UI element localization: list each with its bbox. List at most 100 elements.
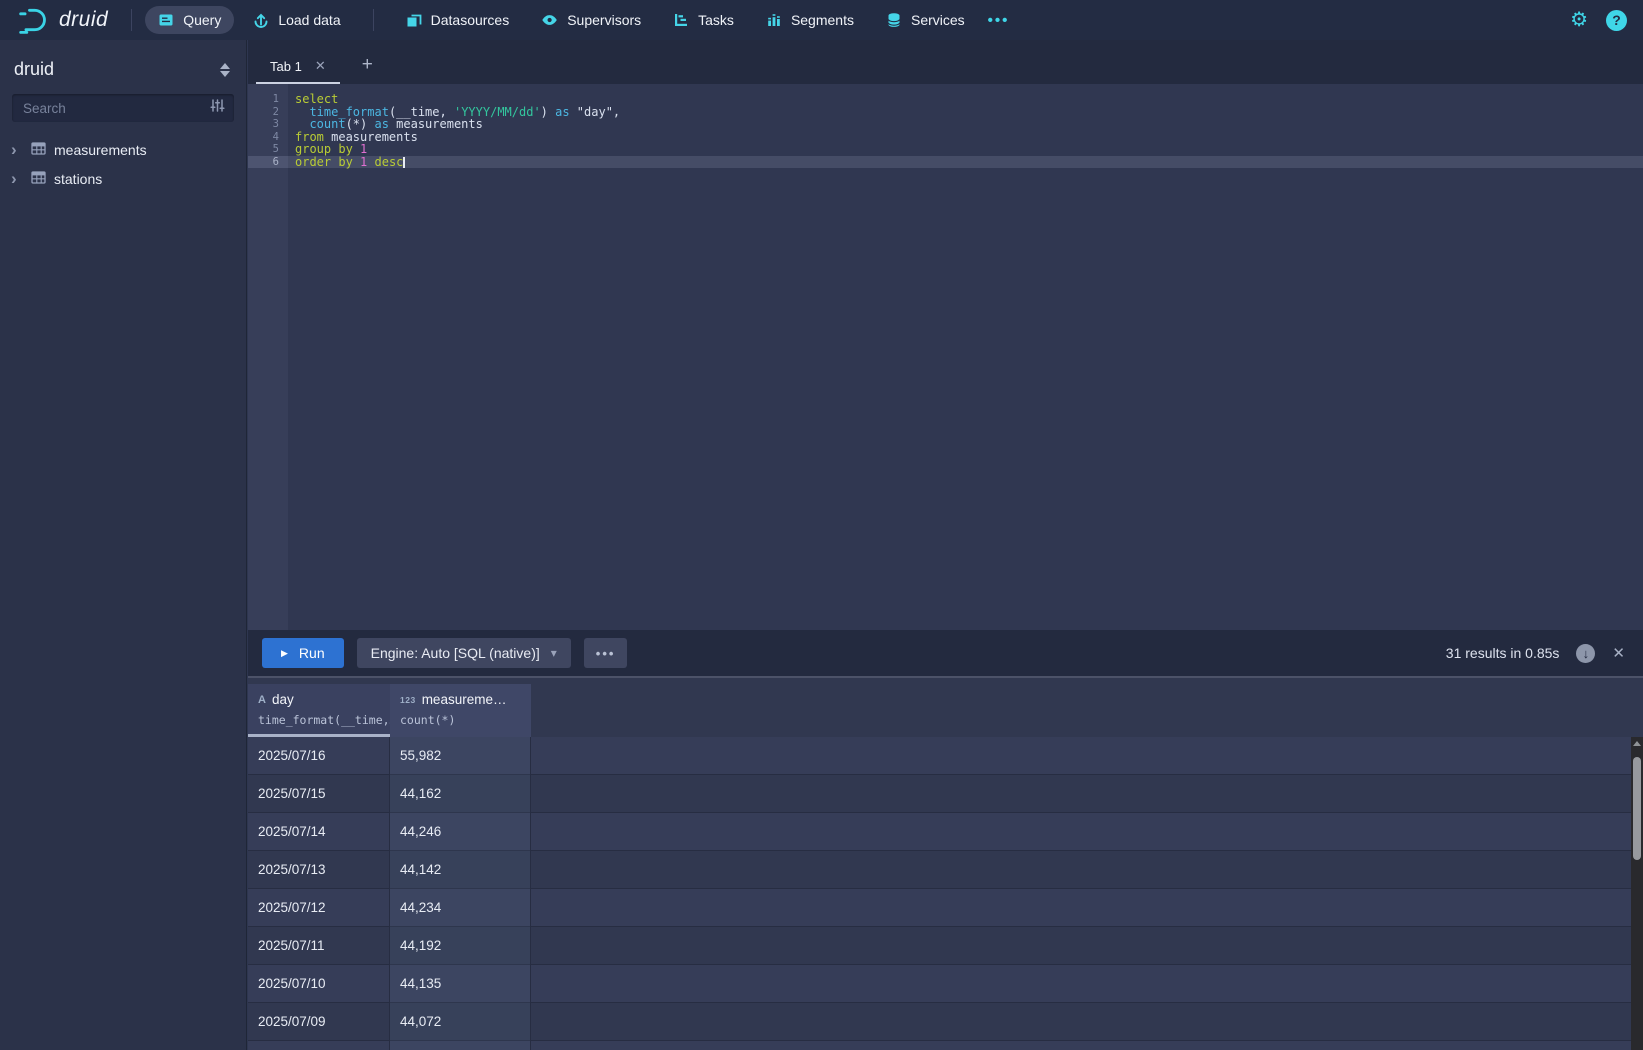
nav-item-label: Tasks: [698, 12, 734, 28]
nav-item-query[interactable]: Query: [145, 6, 234, 34]
nav-item-segments[interactable]: Segments: [753, 6, 867, 34]
druid-logo[interactable]: druid: [16, 5, 108, 35]
tasks-icon: [673, 12, 689, 28]
measurements-cell[interactable]: 44,234: [390, 889, 531, 927]
day-cell[interactable]: 2025/07/09: [248, 1003, 390, 1041]
services-icon: [886, 12, 902, 28]
search-box: [12, 94, 234, 122]
chevron-right-icon[interactable]: ›: [11, 172, 23, 186]
string-type-icon: A: [258, 694, 266, 706]
sql-editor[interactable]: 123456 select time_format(__time, 'YYYY/…: [248, 84, 1643, 630]
tab-close-icon[interactable]: ✕: [315, 58, 326, 74]
engine-select-button[interactable]: Engine: Auto [SQL (native)] ▾: [357, 638, 571, 668]
navbar-items: Query Load data Datasources Supervisors Task…: [145, 6, 977, 34]
day-cell[interactable]: 2025/07/15: [248, 775, 390, 813]
tree-item-label: measurements: [54, 142, 147, 158]
schema-sidebar: druid ›measurements›stations: [0, 40, 247, 1050]
table-row: 2025/07/1244,234: [248, 889, 1643, 927]
close-results-icon[interactable]: ✕: [1612, 644, 1625, 662]
nav-item-datasources[interactable]: Datasources: [393, 6, 523, 34]
run-bar: ▶ Run Engine: Auto [SQL (native)] ▾ ••• …: [248, 630, 1643, 676]
code-line: from measurements: [288, 131, 1643, 144]
load-data-icon: [253, 12, 269, 28]
table-icon: [31, 171, 46, 187]
code-line: count(*) as measurements: [288, 118, 1643, 131]
results-header: A day time_format(__time,… 123 measureme…: [248, 684, 1643, 737]
measurements-cell[interactable]: 44,246: [390, 813, 531, 851]
run-button-label: Run: [299, 645, 325, 661]
datasources-icon: [406, 12, 422, 28]
navbar-divider: [373, 9, 374, 31]
segments-icon: [766, 12, 782, 28]
measurements-cell[interactable]: 55,982: [390, 737, 531, 775]
column-label: measureme…: [422, 692, 507, 707]
measurements-cell[interactable]: [390, 1041, 531, 1050]
line-number: 5: [248, 143, 288, 156]
nav-item-label: Query: [183, 12, 221, 28]
code-line: time_format(__time, 'YYYY/MM/dd') as "da…: [288, 106, 1643, 119]
table-row: 2025/07/1444,246: [248, 813, 1643, 851]
code-line: group by 1: [288, 143, 1643, 156]
column-header-day[interactable]: A day time_format(__time,…: [248, 684, 390, 737]
day-cell[interactable]: 2025/07/13: [248, 851, 390, 889]
vertical-scrollbar[interactable]: [1631, 737, 1643, 1050]
navbar-more-button[interactable]: •••: [978, 12, 1020, 29]
line-number: 2: [248, 106, 288, 119]
tree-item-measurements[interactable]: › measurements: [0, 135, 246, 164]
scroll-up-arrow-icon[interactable]: [1633, 741, 1641, 746]
search-input[interactable]: [21, 100, 210, 117]
column-label: day: [272, 692, 294, 707]
nav-item-label: Supervisors: [567, 12, 641, 28]
measurements-cell[interactable]: 44,072: [390, 1003, 531, 1041]
table-row: 2025/07/1044,135: [248, 965, 1643, 1003]
play-icon: ▶: [281, 648, 288, 659]
nav-item-tasks[interactable]: Tasks: [660, 6, 747, 34]
day-cell[interactable]: 2025/07/12: [248, 889, 390, 927]
help-icon[interactable]: ?: [1606, 10, 1627, 31]
query-more-button[interactable]: •••: [584, 638, 628, 668]
measurements-cell[interactable]: 44,162: [390, 775, 531, 813]
run-button[interactable]: ▶ Run: [262, 638, 344, 668]
measurements-cell[interactable]: 44,142: [390, 851, 531, 889]
settings-gear-icon[interactable]: ⚙: [1570, 10, 1588, 30]
text-cursor: [403, 157, 405, 168]
table-row-partial: [248, 1041, 1643, 1050]
chevron-right-icon[interactable]: ›: [11, 143, 23, 157]
double-caret-sort-icon[interactable]: [220, 63, 230, 77]
nav-item-supervisors[interactable]: Supervisors: [528, 6, 654, 34]
nav-item-label: Load data: [278, 12, 340, 28]
tab-tab1[interactable]: Tab 1 ✕: [256, 50, 340, 84]
brand-text: druid: [59, 8, 108, 32]
number-type-icon: 123: [400, 695, 416, 705]
table-row: 2025/07/1544,162: [248, 775, 1643, 813]
table-row: 2025/07/0944,072: [248, 1003, 1643, 1041]
day-cell[interactable]: 2025/07/11: [248, 927, 390, 965]
measurements-cell[interactable]: 44,192: [390, 927, 531, 965]
table-row: 2025/07/1144,192: [248, 927, 1643, 965]
nav-item-load-data[interactable]: Load data: [240, 6, 353, 34]
new-tab-button[interactable]: +: [356, 54, 379, 84]
nav-item-label: Segments: [791, 12, 854, 28]
day-cell[interactable]: 2025/07/14: [248, 813, 390, 851]
tree-item-stations[interactable]: ›stations: [0, 164, 246, 193]
day-cell[interactable]: 2025/07/10: [248, 965, 390, 1003]
navbar-divider: [131, 9, 132, 31]
caret-down-icon: ▾: [551, 646, 557, 660]
line-number: 4: [248, 131, 288, 144]
measurements-cell[interactable]: 44,135: [390, 965, 531, 1003]
scrollbar-thumb[interactable]: [1633, 757, 1641, 860]
supervisors-icon: [541, 12, 558, 28]
top-navbar: druid Query Load data Datasources Superviso…: [0, 0, 1643, 40]
line-number: 6: [248, 156, 288, 169]
engine-label: Engine: Auto [SQL (native)]: [371, 645, 540, 661]
day-cell[interactable]: [248, 1041, 390, 1050]
editor-gutter: 123456: [248, 84, 288, 630]
column-expression: count(*): [400, 713, 531, 727]
day-cell[interactable]: 2025/07/16: [248, 737, 390, 775]
column-header-measurements[interactable]: 123 measureme… count(*): [390, 684, 531, 737]
nav-item-services[interactable]: Services: [873, 6, 978, 34]
line-number: 3: [248, 118, 288, 131]
download-results-icon[interactable]: ↓: [1576, 644, 1595, 663]
filter-sliders-icon[interactable]: [210, 98, 225, 118]
nav-item-label: Datasources: [431, 12, 510, 28]
